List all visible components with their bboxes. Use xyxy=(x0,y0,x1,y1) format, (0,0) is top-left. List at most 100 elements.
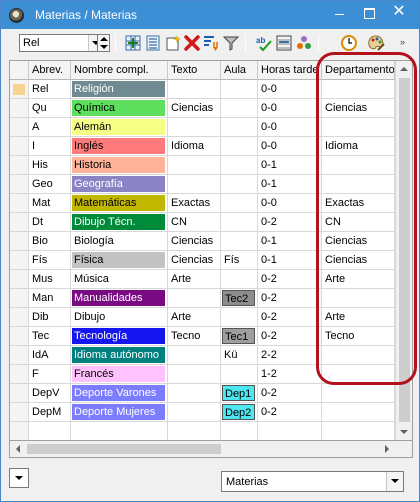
cell-horas-tarde[interactable]: 0-0 xyxy=(258,194,322,213)
cell-texto[interactable]: Arte xyxy=(168,308,221,327)
cell-nombre[interactable]: Religión xyxy=(71,80,168,99)
cell-aula[interactable] xyxy=(221,270,258,289)
minimize-button[interactable] xyxy=(324,1,354,25)
cell-aula[interactable] xyxy=(221,156,258,175)
cell-abrev[interactable]: Mus xyxy=(29,270,71,289)
sort-icon[interactable] xyxy=(202,34,220,52)
cell-texto[interactable]: CN xyxy=(168,213,221,232)
cell-horas-tarde[interactable]: 0-2 xyxy=(258,289,322,308)
cell-departamento[interactable] xyxy=(322,422,395,440)
clock-icon[interactable] xyxy=(340,34,358,52)
row-selector[interactable] xyxy=(10,270,29,289)
cell-nombre[interactable]: Idioma autónomo xyxy=(71,346,168,365)
cell-horas-tarde[interactable]: 0-1 xyxy=(258,156,322,175)
cell-aula[interactable] xyxy=(221,232,258,251)
cell-texto[interactable] xyxy=(168,403,221,422)
bottom-menu-dropdown[interactable] xyxy=(9,468,29,488)
cell-texto[interactable]: Exactas xyxy=(168,194,221,213)
column-header[interactable]: Nombre compl. xyxy=(71,61,168,80)
cell-texto[interactable]: Ciencias xyxy=(168,232,221,251)
cell-aula[interactable] xyxy=(221,118,258,137)
cell-nombre[interactable]: Deporte Varones xyxy=(71,384,168,403)
cell-aula[interactable] xyxy=(221,213,258,232)
cell-texto[interactable] xyxy=(168,365,221,384)
cell-texto[interactable] xyxy=(168,289,221,308)
cell-texto[interactable] xyxy=(168,346,221,365)
cell-abrev[interactable]: Mat xyxy=(29,194,71,213)
palette-icon[interactable] xyxy=(367,34,385,52)
view-selector[interactable]: Materias xyxy=(221,471,404,492)
cell-nombre[interactable]: Matemáticas xyxy=(71,194,168,213)
cell-abrev[interactable]: Dib xyxy=(29,308,71,327)
cell-abrev[interactable]: Rel xyxy=(29,80,71,99)
cell-horas-tarde[interactable]: 0-0 xyxy=(258,137,322,156)
cell-abrev[interactable]: A xyxy=(29,118,71,137)
cell-horas-tarde[interactable]: 0-1 xyxy=(258,251,322,270)
cell-horas-tarde[interactable] xyxy=(258,422,322,440)
close-button[interactable]: ✕ xyxy=(384,1,414,25)
column-header[interactable]: Aula xyxy=(221,61,258,80)
scroll-left-icon[interactable] xyxy=(16,445,20,453)
cell-aula[interactable]: Kü xyxy=(221,346,258,365)
column-header[interactable]: Abrev. xyxy=(29,61,71,80)
row-selector[interactable] xyxy=(10,137,29,156)
cell-aula[interactable]: Fís xyxy=(221,251,258,270)
row-selector[interactable] xyxy=(10,251,29,270)
toolbar-overflow-icon[interactable]: » xyxy=(400,37,405,47)
cell-abrev[interactable]: Dt xyxy=(29,213,71,232)
cell-aula[interactable]: Tec1 xyxy=(221,327,258,346)
cell-nombre[interactable]: Geografía xyxy=(71,175,168,194)
cell-texto[interactable]: Idioma xyxy=(168,137,221,156)
filter-icon[interactable] xyxy=(222,34,240,52)
cell-aula[interactable] xyxy=(221,99,258,118)
row-selector[interactable] xyxy=(10,118,29,137)
cell-horas-tarde[interactable]: 1-2 xyxy=(258,365,322,384)
cell-abrev[interactable]: His xyxy=(29,156,71,175)
properties-icon[interactable] xyxy=(295,34,313,52)
cell-departamento[interactable] xyxy=(322,384,395,403)
cell-abrev[interactable]: Bio xyxy=(29,232,71,251)
cell-nombre[interactable]: Francés xyxy=(71,365,168,384)
cell-aula[interactable]: Dep2 xyxy=(221,403,258,422)
cell-aula[interactable] xyxy=(221,422,258,440)
row-selector[interactable] xyxy=(10,289,29,308)
cell-texto[interactable]: Tecno xyxy=(168,327,221,346)
spell-check-icon[interactable]: ab xyxy=(255,34,273,52)
cell-horas-tarde[interactable]: 0-2 xyxy=(258,213,322,232)
row-selector[interactable] xyxy=(10,80,29,99)
cell-abrev[interactable]: I xyxy=(29,137,71,156)
cell-horas-tarde[interactable]: 0-0 xyxy=(258,99,322,118)
cell-nombre[interactable]: Inglés xyxy=(71,137,168,156)
cell-abrev[interactable]: IdA xyxy=(29,346,71,365)
row-selector[interactable] xyxy=(10,175,29,194)
cell-nombre[interactable]: Deporte Mujeres xyxy=(71,403,168,422)
horizontal-scrollbar[interactable] xyxy=(9,441,413,458)
cell-aula[interactable] xyxy=(221,175,258,194)
row-selector[interactable] xyxy=(10,422,29,440)
cell-texto[interactable] xyxy=(168,156,221,175)
cell-texto[interactable] xyxy=(168,384,221,403)
row-selector[interactable] xyxy=(10,213,29,232)
table-row-empty[interactable] xyxy=(10,422,395,440)
new-item-icon[interactable] xyxy=(164,34,182,52)
arrow-down-icon[interactable] xyxy=(100,45,108,49)
cell-texto[interactable] xyxy=(168,80,221,99)
cell-horas-tarde[interactable]: 0-2 xyxy=(258,270,322,289)
cell-horas-tarde[interactable]: 0-1 xyxy=(258,232,322,251)
list-view-icon[interactable] xyxy=(144,34,162,52)
cell-abrev[interactable]: Man xyxy=(29,289,71,308)
cell-aula[interactable] xyxy=(221,194,258,213)
row-selector[interactable] xyxy=(10,194,29,213)
cell-abrev[interactable]: Qu xyxy=(29,99,71,118)
cell-aula[interactable] xyxy=(221,80,258,99)
cell-horas-tarde[interactable]: 0-2 xyxy=(258,403,322,422)
cell-abrev[interactable]: Tec xyxy=(29,327,71,346)
cell-nombre[interactable]: Alemán xyxy=(71,118,168,137)
cell-nombre[interactable]: Tecnología xyxy=(71,327,168,346)
row-selector[interactable] xyxy=(10,156,29,175)
cell-abrev[interactable] xyxy=(29,422,71,440)
cell-abrev[interactable]: DepM xyxy=(29,403,71,422)
cell-nombre[interactable]: Dibujo xyxy=(71,308,168,327)
cell-texto[interactable]: Ciencias xyxy=(168,251,221,270)
row-selector[interactable] xyxy=(10,308,29,327)
